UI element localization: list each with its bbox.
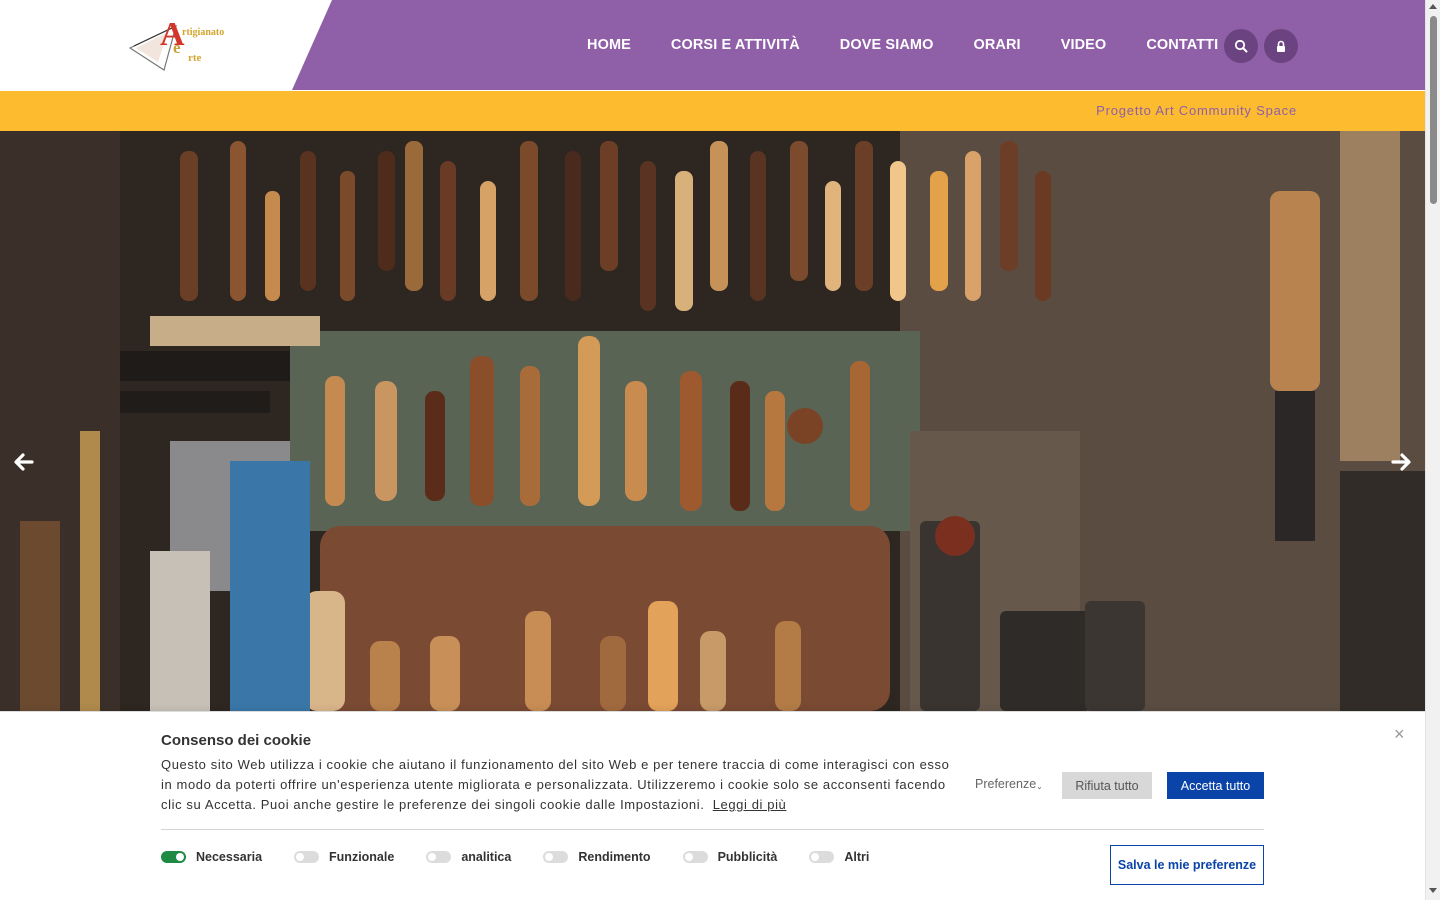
hero-slider xyxy=(0,131,1425,711)
slider-next-button[interactable] xyxy=(1387,448,1415,476)
cookie-category-toggles: Necessaria Funzionale analitica Rendimen… xyxy=(161,850,901,864)
toggle-necessaria[interactable]: Necessaria xyxy=(161,850,262,864)
reject-all-button[interactable]: Rifiuta tutto xyxy=(1062,772,1152,799)
nav-orari[interactable]: ORARI xyxy=(953,37,1040,53)
logo-text-arte: rte xyxy=(188,52,202,64)
cookie-description: Questo sito Web utilizza i cookie che ai… xyxy=(161,755,951,815)
toggle-switch[interactable] xyxy=(809,851,835,863)
page-scrollbar[interactable] xyxy=(1425,0,1440,900)
toggle-label: Funzionale xyxy=(329,850,395,864)
chevron-down-icon: ⌄ xyxy=(1036,782,1043,791)
scroll-down-icon[interactable] xyxy=(1429,888,1437,893)
nav-dove-siamo[interactable]: DOVE SIAMO xyxy=(820,37,954,53)
toggle-switch[interactable] xyxy=(426,851,452,863)
main-nav: HOME CORSI E ATTIVITÀ DOVE SIAMO ORARI V… xyxy=(567,0,1238,90)
cookie-title: Consenso dei cookie xyxy=(161,732,312,749)
slider-prev-button[interactable] xyxy=(10,448,38,476)
toggle-switch[interactable] xyxy=(682,851,708,863)
lock-icon xyxy=(1277,40,1285,52)
scroll-thumb[interactable] xyxy=(1430,16,1437,204)
toggle-label: Necessaria xyxy=(196,850,263,864)
page: A rtigianato e rte HOME CORSI E ATTIVITÀ… xyxy=(0,0,1440,900)
cookie-divider xyxy=(161,829,1264,830)
toggle-funzionale[interactable]: Funzionale xyxy=(294,850,394,864)
toggle-switch[interactable] xyxy=(543,851,569,863)
search-button[interactable] xyxy=(1224,29,1258,63)
cookie-description-text: Questo sito Web utilizza i cookie che ai… xyxy=(161,757,950,812)
toggle-switch[interactable] xyxy=(294,851,320,863)
site-header: A rtigianato e rte HOME CORSI E ATTIVITÀ… xyxy=(0,0,1425,90)
toggle-rendimento[interactable]: Rendimento xyxy=(543,850,651,864)
nav-home[interactable]: HOME xyxy=(567,37,651,53)
hero-image xyxy=(0,131,1425,711)
toggle-label: Rendimento xyxy=(578,850,651,864)
close-icon[interactable]: × xyxy=(1394,725,1405,743)
arrow-left-icon xyxy=(14,453,34,471)
nav-video[interactable]: VIDEO xyxy=(1041,37,1127,53)
cookie-consent-panel: × Consenso dei cookie Questo sito Web ut… xyxy=(0,711,1425,900)
nav-contatti[interactable]: CONTATTI xyxy=(1126,37,1238,53)
site-logo[interactable]: A rtigianato e rte xyxy=(128,16,232,72)
login-button[interactable] xyxy=(1264,29,1298,63)
logo-text-e: e xyxy=(173,38,181,57)
sub-bar: Progetto Art Community Space xyxy=(0,91,1425,131)
logo-area: A rtigianato e rte xyxy=(0,0,332,90)
toggle-label: analitica xyxy=(461,850,512,864)
nav-corsi[interactable]: CORSI E ATTIVITÀ xyxy=(651,37,820,53)
toggle-altri[interactable]: Altri xyxy=(809,850,869,864)
arrow-right-icon xyxy=(1391,453,1411,471)
toggle-pubblicita[interactable]: Pubblicità xyxy=(682,850,778,864)
preferences-dropdown[interactable]: Preferenze⌄ xyxy=(975,777,1043,791)
save-preferences-button[interactable]: Salva le mie preferenze xyxy=(1110,845,1264,885)
preferences-label: Preferenze xyxy=(975,777,1037,791)
accept-all-button[interactable]: Accetta tutto xyxy=(1167,772,1264,799)
toggle-analitica[interactable]: analitica xyxy=(426,850,511,864)
toggle-label: Pubblicità xyxy=(717,850,778,864)
scroll-up-icon[interactable] xyxy=(1429,4,1437,9)
community-space-link[interactable]: Progetto Art Community Space xyxy=(1096,103,1297,118)
toggle-label: Altri xyxy=(844,850,870,864)
search-icon xyxy=(1234,39,1248,53)
read-more-link[interactable]: Leggi di più xyxy=(713,797,787,812)
toggle-switch[interactable] xyxy=(161,851,186,863)
logo-text-artigianato: rtigianato xyxy=(182,27,225,38)
